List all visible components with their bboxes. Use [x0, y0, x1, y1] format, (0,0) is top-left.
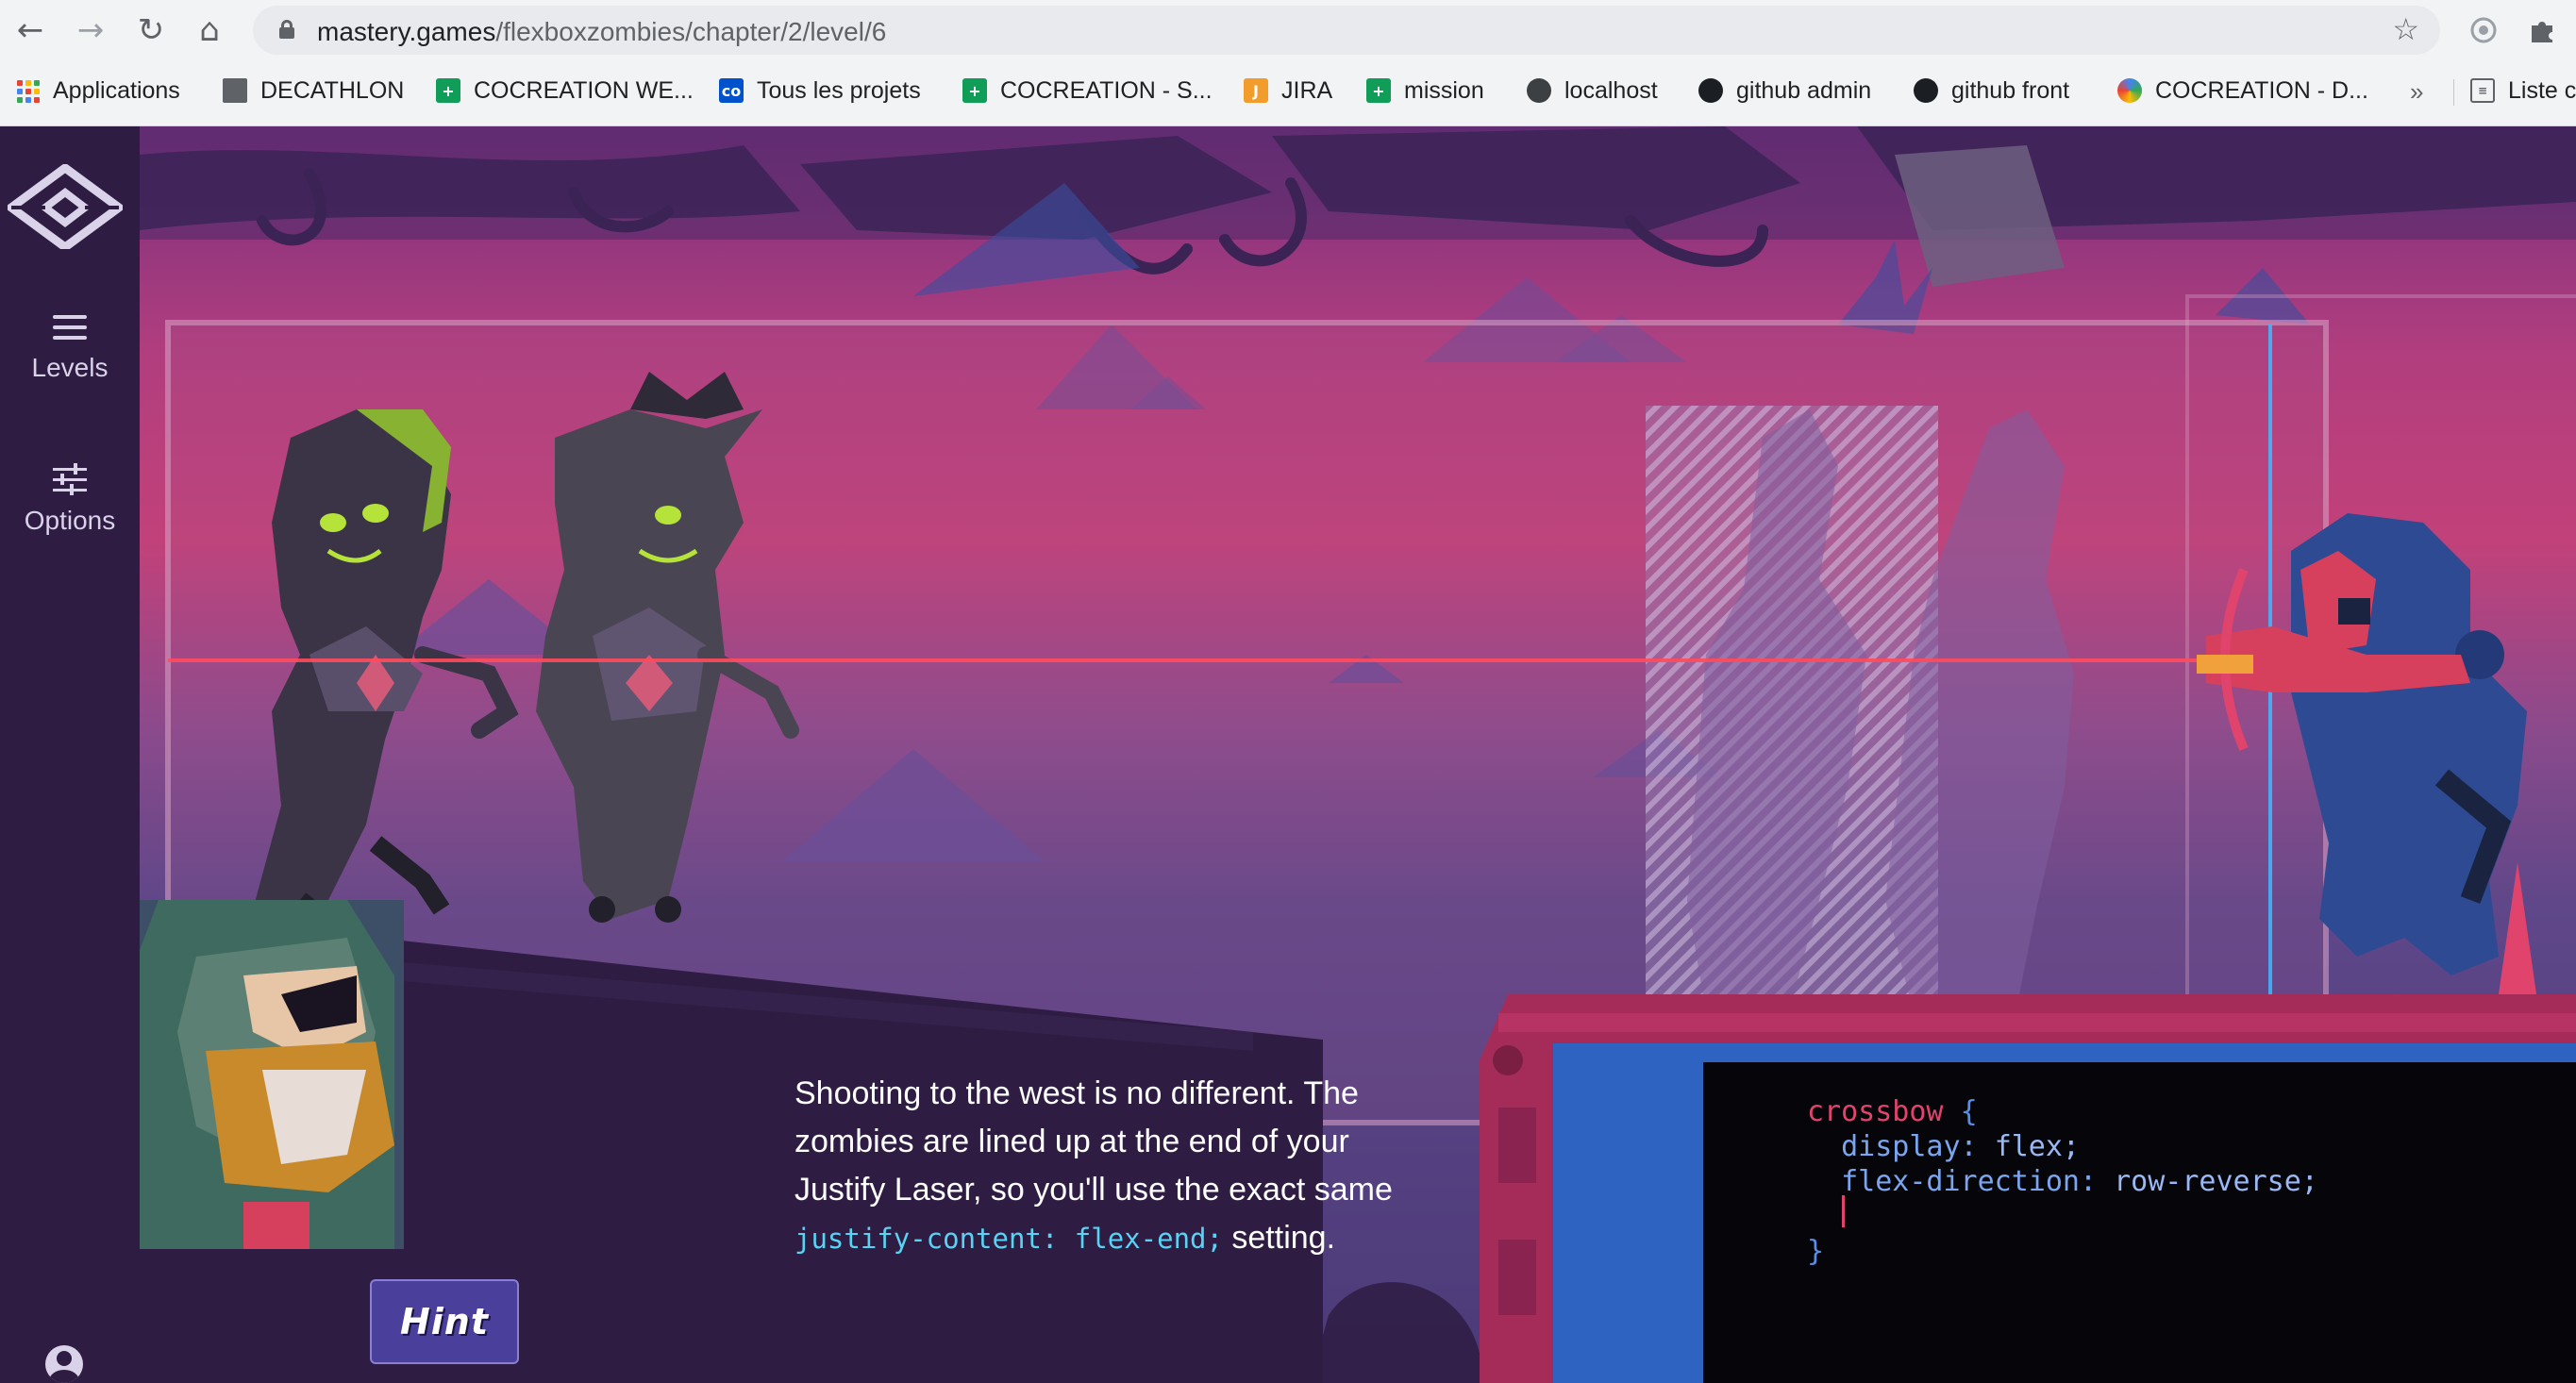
extension-icon[interactable]: [2467, 13, 2501, 47]
puzzle-extensions-icon[interactable]: [2525, 13, 2559, 47]
dialogue-code-snippet: justify-content: flex-end;: [795, 1223, 1223, 1255]
dialogue-text-before: Shooting to the west is no different. Th…: [795, 1075, 1393, 1208]
bookmark-label: DECATHLON: [260, 76, 405, 104]
browser-chrome: ← → ↻ ⌂ mastery.games/flexboxzombies/cha…: [0, 0, 2576, 126]
address-bar[interactable]: mastery.games/flexboxzombies/chapter/2/l…: [253, 6, 2440, 55]
url-path: /flexboxzombies/chapter/2/level/6: [495, 17, 887, 46]
jira-icon: J: [1244, 78, 1268, 103]
browser-toolbar: ← → ↻ ⌂ mastery.games/flexboxzombies/cha…: [0, 0, 2576, 60]
globe-icon: [1527, 78, 1551, 103]
code-close-brace: }: [1807, 1235, 1825, 1268]
github-icon: [1914, 78, 1938, 103]
cocreation-icon: [2117, 78, 2142, 103]
bookmark-label: COCREATION WE...: [474, 76, 694, 104]
options-nav[interactable]: Options: [0, 463, 140, 536]
account-icon[interactable]: [45, 1345, 83, 1383]
code-line1-prop: display:: [1841, 1130, 1978, 1163]
bookmark-label: github front: [1951, 76, 2070, 104]
bookmark-label: github admin: [1736, 76, 1872, 104]
mentor-portrait: [140, 900, 404, 1249]
bookmark-label: COCREATION - S...: [1000, 76, 1213, 104]
dialogue-text: Shooting to the west is no different. Th…: [795, 1070, 1417, 1263]
text-caret: [1842, 1195, 1845, 1227]
mastery-games-logo[interactable]: [8, 164, 123, 249]
game-viewport: Levels Options Shooting to the west is n…: [0, 126, 2576, 1383]
bookmark-tous-les-projets[interactable]: co Tous les projets: [719, 75, 921, 106]
target-zone: [1646, 406, 2074, 1040]
levels-label: Levels: [31, 353, 109, 382]
forward-icon[interactable]: →: [72, 11, 109, 49]
reading-list-label: Liste c: [2508, 76, 2576, 104]
url-host: mastery.games: [317, 17, 496, 46]
bookmark-label: mission: [1404, 76, 1484, 104]
code-line2-prop: flex-direction:: [1841, 1165, 2098, 1198]
sheets-icon: +: [1366, 78, 1391, 103]
bookmark-mission[interactable]: + mission: [1366, 75, 1484, 106]
bookmark-github-admin[interactable]: github admin: [1698, 75, 1871, 106]
bookmark-label: localhost: [1564, 76, 1658, 104]
bookmark-label: Tous les projets: [757, 76, 921, 104]
bookmark-localhost[interactable]: localhost: [1527, 75, 1658, 106]
sheets-icon: +: [962, 78, 987, 103]
co-icon: co: [719, 78, 744, 103]
bookmarks-divider: [2453, 79, 2454, 106]
bookmark-label: Applications: [53, 76, 180, 104]
bookmarks-overflow-button[interactable]: »: [2410, 77, 2423, 107]
sliders-icon: [51, 463, 89, 496]
bookmark-applications[interactable]: Applications: [17, 75, 180, 106]
hint-button[interactable]: Hint: [370, 1279, 519, 1364]
sheets-icon: +: [436, 78, 460, 103]
bookmark-cocreation-we[interactable]: + COCREATION WE...: [436, 75, 694, 106]
code-line2-val: row-reverse;: [2114, 1165, 2318, 1198]
menu-icon: [51, 311, 89, 343]
code-content[interactable]: crossbow { display: flex; flex-direction…: [1807, 1094, 2318, 1269]
options-label: Options: [24, 506, 116, 535]
bookmark-jira[interactable]: J JIRA: [1244, 75, 1332, 106]
game-scene: Shooting to the west is no different. Th…: [140, 126, 2576, 1383]
bookmark-decathlon[interactable]: DECATHLON: [223, 75, 404, 106]
code-selector: crossbow: [1807, 1095, 1944, 1128]
lock-icon: [279, 20, 294, 39]
css-code-editor[interactable]: crossbow { display: flex; flex-direction…: [1703, 1062, 2576, 1383]
url-text[interactable]: mastery.games/flexboxzombies/chapter/2/l…: [317, 17, 886, 47]
bookmark-github-front[interactable]: github front: [1914, 75, 2069, 106]
bookmark-label: JIRA: [1281, 76, 1333, 104]
folder-icon: [223, 78, 247, 103]
reading-list[interactable]: ≡ Liste c: [2470, 75, 2576, 106]
bookmark-star-icon[interactable]: ☆: [2392, 11, 2419, 47]
bookmark-cocreation-s[interactable]: + COCREATION - S...: [962, 75, 1213, 106]
back-icon[interactable]: ←: [11, 11, 49, 49]
apps-icon: [17, 79, 40, 103]
reading-list-icon: ≡: [2470, 78, 2495, 103]
reload-icon[interactable]: ↻: [132, 11, 170, 49]
github-icon: [1698, 78, 1723, 103]
game-sidebar: Levels Options: [0, 126, 140, 1383]
bookmark-cocreation-d[interactable]: COCREATION - D...: [2117, 75, 2368, 106]
bookmarks-bar: Applications DECATHLON + COCREATION WE..…: [0, 66, 2576, 115]
levels-nav[interactable]: Levels: [0, 311, 140, 383]
bookmark-label: COCREATION - D...: [2155, 76, 2368, 104]
home-icon[interactable]: ⌂: [191, 11, 228, 49]
code-line1-val: flex;: [1994, 1130, 2080, 1163]
code-open-brace: {: [1960, 1095, 1978, 1128]
dialogue-text-after: setting.: [1222, 1220, 1336, 1256]
